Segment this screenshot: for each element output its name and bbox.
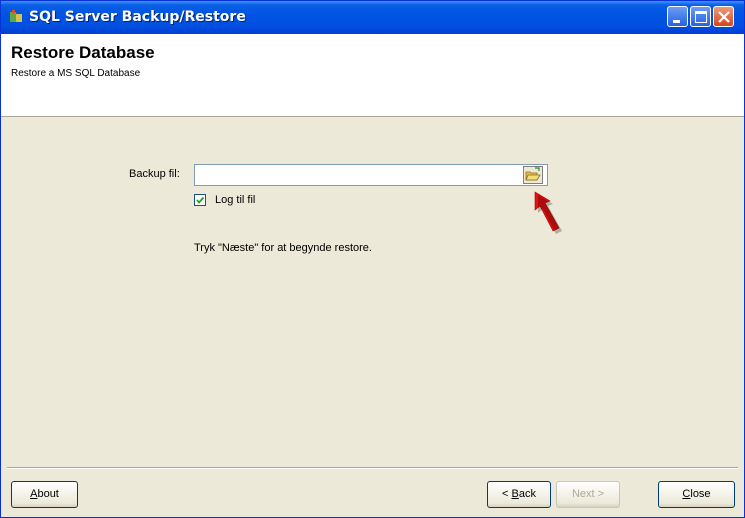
footer-divider [7, 467, 738, 469]
window-title: SQL Server Backup/Restore [29, 9, 246, 25]
log-to-file-label: Log til fil [215, 194, 256, 206]
app-window: SQL Server Backup/Restore Restore Databa… [0, 0, 745, 518]
close-button[interactable]: Close [658, 481, 735, 508]
page-title: Restore Database [11, 43, 155, 62]
minimize-icon [673, 20, 680, 23]
about-button[interactable]: About [11, 481, 78, 508]
page-subtitle: Restore a MS SQL Database [11, 68, 141, 79]
maximize-button[interactable] [690, 6, 711, 27]
back-label: ack [518, 488, 536, 500]
next-button[interactable]: Next > [556, 481, 620, 508]
next-label: Next > [571, 488, 605, 500]
folder-open-icon[interactable] [523, 166, 543, 184]
back-button[interactable]: < Back [487, 481, 551, 508]
wizard-header: Restore Database Restore a MS SQL Databa… [1, 34, 744, 117]
maximize-icon [695, 11, 707, 23]
minimize-button[interactable] [667, 6, 688, 27]
red-arrow-annotation [534, 191, 562, 234]
close-label: lose [690, 488, 711, 500]
close-icon [718, 11, 730, 23]
back-prefix: < [502, 488, 512, 500]
log-to-file-checkbox[interactable] [194, 194, 206, 206]
backup-file-input[interactable] [194, 164, 548, 186]
instruction-text: Tryk "Næste" for at begynde restore. [194, 242, 372, 254]
about-label: bout [37, 488, 59, 500]
back-accesskey: B [511, 488, 519, 500]
backup-file-label: Backup fil: [129, 168, 180, 180]
app-icon [10, 10, 22, 22]
title-bar[interactable]: SQL Server Backup/Restore [1, 1, 744, 34]
checkmark-icon [196, 196, 205, 204]
close-window-button[interactable] [713, 6, 734, 27]
